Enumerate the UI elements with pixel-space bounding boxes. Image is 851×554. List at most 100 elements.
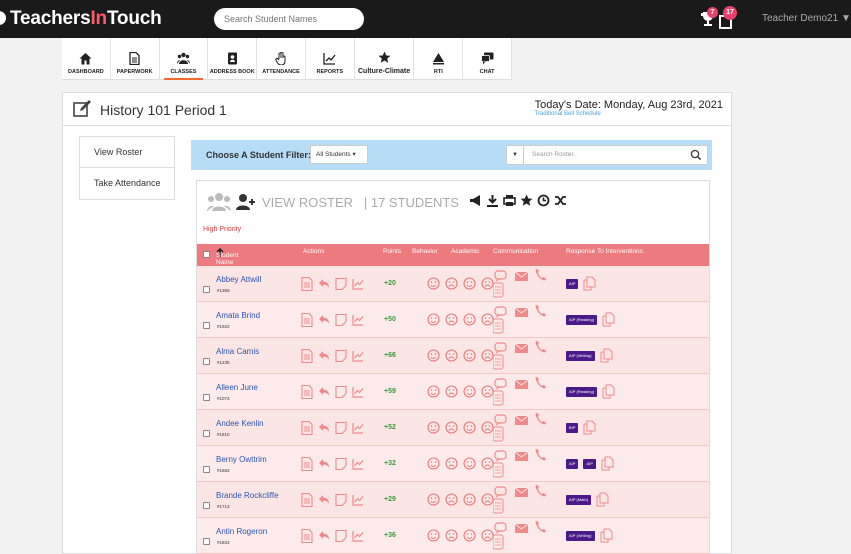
row-checkbox[interactable] [203,322,210,329]
points-value[interactable]: +29 [384,496,396,503]
rti-badge[interactable]: AIP (Reading) [566,314,598,325]
chart-icon[interactable] [352,313,364,327]
nav-chat[interactable]: CHAT [463,38,512,80]
behavior-frown-icon[interactable] [445,385,458,398]
behavior-frown-icon[interactable] [445,277,458,290]
copy-plan-icon[interactable] [583,420,596,435]
behavior-smile-icon[interactable] [427,349,440,362]
copy-plan-icon[interactable] [600,348,613,363]
chart-icon[interactable] [352,277,364,291]
chart-icon[interactable] [352,529,364,543]
rti-badge[interactable]: AIP (Math) [566,494,592,505]
reply-icon[interactable] [318,493,330,507]
academic-smile-icon[interactable] [463,313,476,326]
behavior-smile-icon[interactable] [427,493,440,506]
chat-icon[interactable] [493,486,507,514]
note-icon[interactable] [335,457,347,471]
copy-plan-icon[interactable] [602,312,615,327]
chat-icon[interactable] [493,270,507,298]
edit-icon[interactable] [73,100,91,118]
row-checkbox[interactable] [203,466,210,473]
nav-classes[interactable]: CLASSES [160,38,209,80]
note-icon[interactable] [335,529,347,543]
email-icon[interactable] [514,343,529,353]
rti-badge[interactable]: AIP [566,278,579,289]
student-filter-select[interactable]: All Students ▾ [310,145,368,164]
document-icon[interactable] [301,457,313,471]
copy-plan-icon[interactable] [601,456,614,471]
row-checkbox[interactable] [203,358,210,365]
document-icon[interactable] [301,421,313,435]
phone-icon[interactable] [535,485,546,497]
col-student-name[interactable]: Student Name [216,247,238,266]
add-student-icon[interactable] [236,193,256,211]
email-icon[interactable] [514,451,529,461]
search-icon[interactable] [690,149,702,161]
note-icon[interactable] [335,493,347,507]
reply-icon[interactable] [318,277,330,291]
academic-smile-icon[interactable] [463,529,476,542]
document-icon[interactable] [301,493,313,507]
print-icon[interactable] [503,194,516,207]
document-icon[interactable] [301,277,313,291]
points-value[interactable]: +36 [384,532,396,539]
behavior-frown-icon[interactable] [445,493,458,506]
clock-icon[interactable] [537,194,550,207]
tab-take-attendance[interactable]: Take Attendance [79,168,175,200]
chat-icon[interactable] [493,378,507,406]
tab-view-roster[interactable]: View Roster [79,136,175,168]
nav-attendance[interactable]: ATTENDANCE [257,38,306,80]
nav-culture-climate[interactable]: Culture-Climate [355,38,415,80]
academic-smile-icon[interactable] [463,385,476,398]
student-name-link[interactable]: Alma Camis [216,347,259,356]
note-icon[interactable] [335,421,347,435]
phone-icon[interactable] [535,377,546,389]
chart-icon[interactable] [352,349,364,363]
rti-badge[interactable]: AIP [583,458,596,469]
academic-smile-icon[interactable] [463,493,476,506]
download-icon[interactable] [486,194,499,207]
phone-icon[interactable] [535,413,546,425]
student-search-input[interactable] [214,8,364,30]
phone-icon[interactable] [535,521,546,533]
chat-icon[interactable] [493,522,507,550]
chart-icon[interactable] [352,493,364,507]
copy-plan-icon[interactable] [600,528,613,543]
student-name-link[interactable]: Berny Owttrim [216,455,267,464]
select-all-checkbox[interactable] [203,251,210,258]
chat-icon[interactable] [493,342,507,370]
points-value[interactable]: +50 [384,316,396,323]
note-icon[interactable] [335,349,347,363]
behavior-smile-icon[interactable] [427,277,440,290]
roster-search[interactable]: ▼ Search Roster.. [506,145,708,165]
academic-smile-icon[interactable] [463,421,476,434]
behavior-frown-icon[interactable] [445,457,458,470]
nav-dashboard[interactable]: DASHBOARD [62,38,111,80]
phone-icon[interactable] [535,341,546,353]
reply-icon[interactable] [318,313,330,327]
student-name-link[interactable]: Amata Brind [216,311,260,320]
phone-icon[interactable] [535,305,546,317]
row-checkbox[interactable] [203,286,210,293]
nav-reports[interactable]: REPORTS [306,38,355,80]
student-name-link[interactable]: Brande Rockcliffe [216,491,279,500]
behavior-frown-icon[interactable] [445,529,458,542]
row-checkbox[interactable] [203,430,210,437]
roster-search-input[interactable]: Search Roster.. [532,151,577,158]
row-checkbox[interactable] [203,502,210,509]
reply-icon[interactable] [318,385,330,399]
behavior-smile-icon[interactable] [427,457,440,470]
email-icon[interactable] [514,415,529,425]
row-checkbox[interactable] [203,394,210,401]
document-icon[interactable] [301,313,313,327]
nav-paperwork[interactable]: PAPERWORK [111,38,160,80]
note-icon[interactable] [335,385,347,399]
note-icon[interactable] [335,313,347,327]
academic-smile-icon[interactable] [463,277,476,290]
email-icon[interactable] [514,523,529,533]
points-value[interactable]: +66 [384,352,396,359]
email-icon[interactable] [514,487,529,497]
email-icon[interactable] [514,379,529,389]
copy-plan-icon[interactable] [596,492,609,507]
document-icon[interactable] [301,349,313,363]
